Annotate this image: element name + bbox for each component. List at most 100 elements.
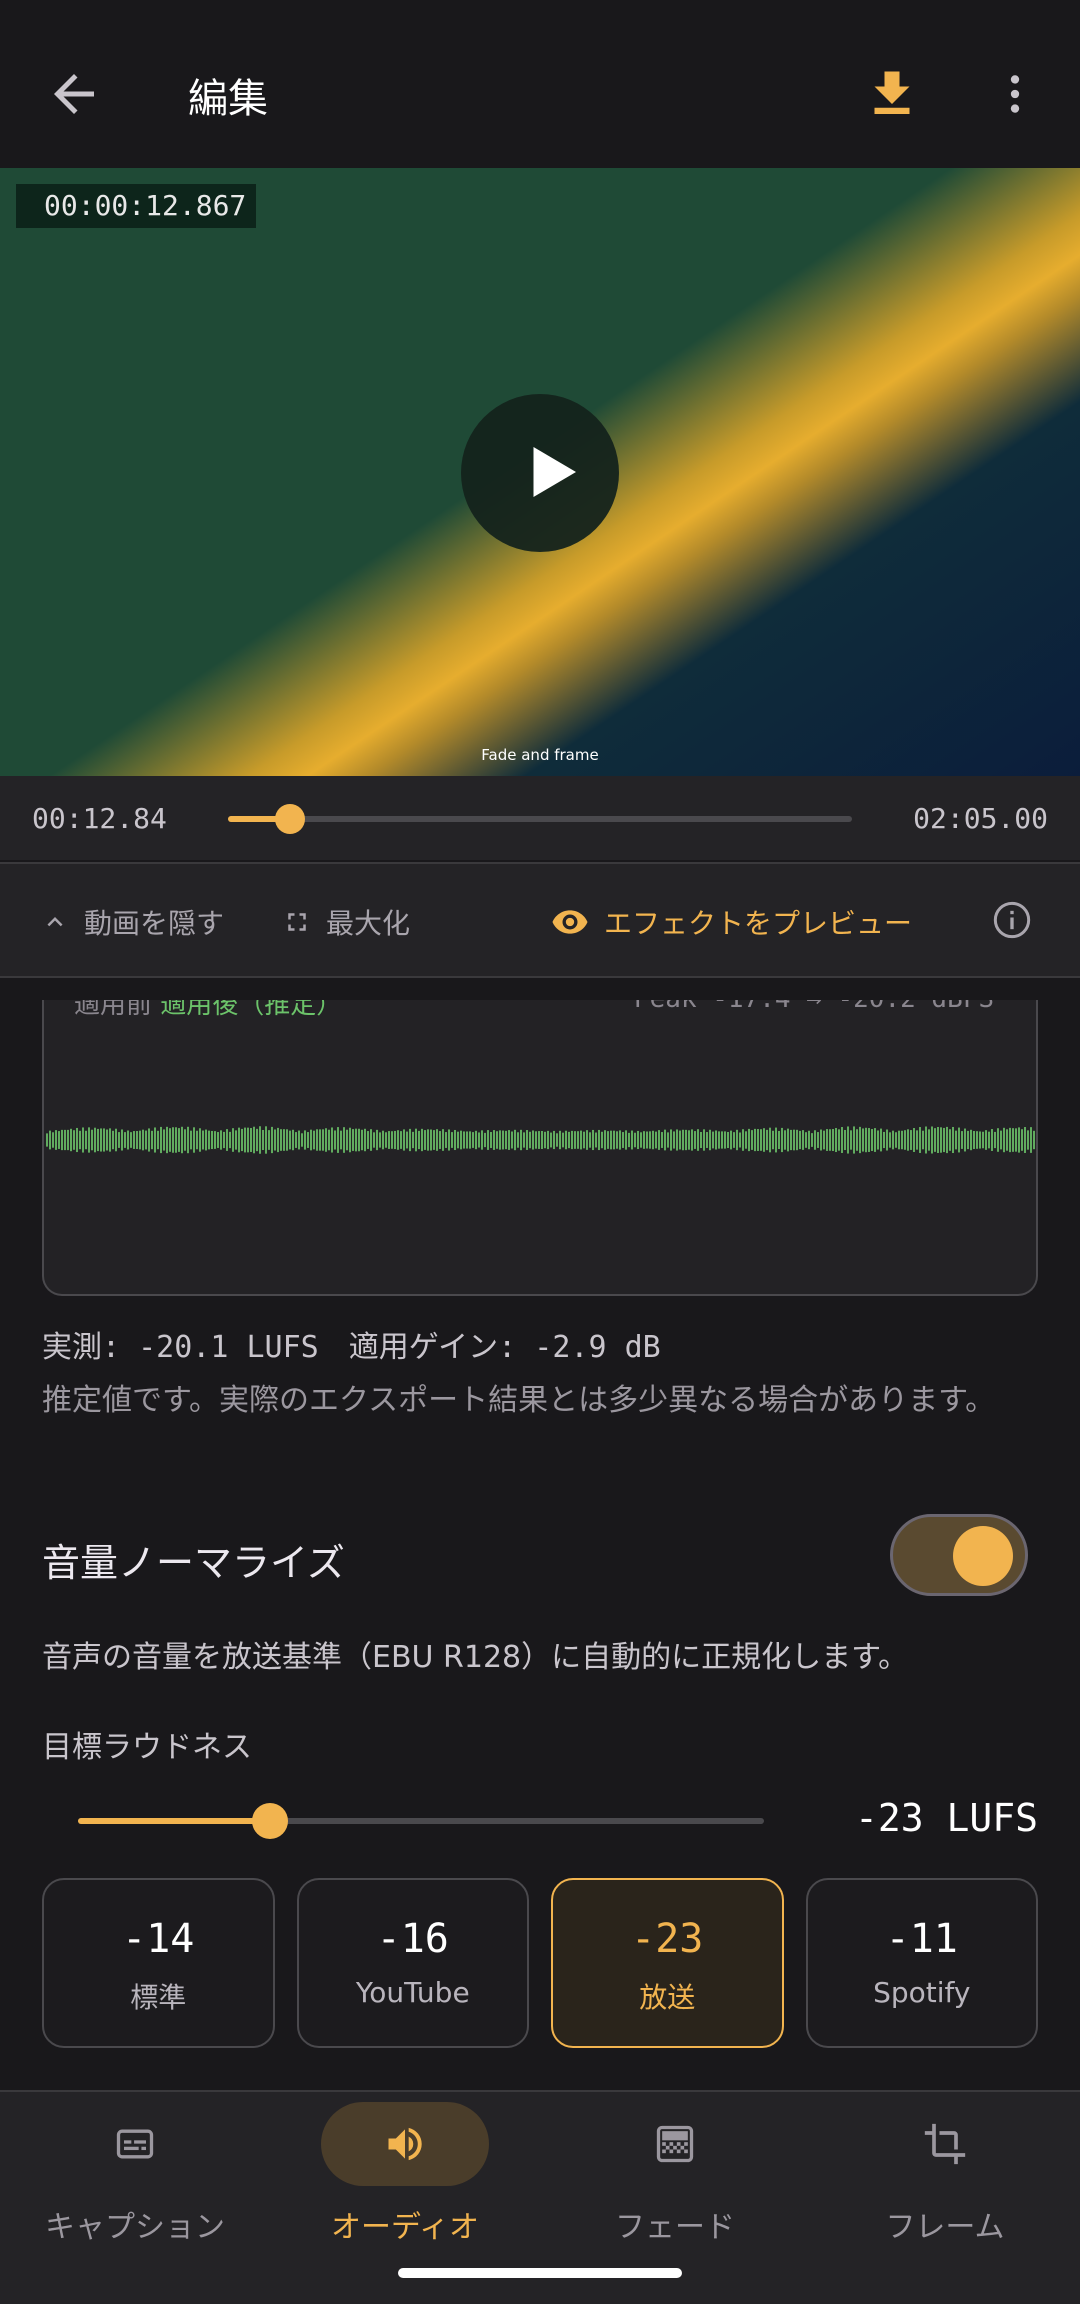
waveform-bar <box>97 1128 99 1152</box>
seek-track[interactable] <box>228 804 852 834</box>
waveform-bar <box>268 1130 270 1150</box>
preset-broadcast[interactable]: -23 放送 <box>551 1878 784 2048</box>
preset-youtube[interactable]: -16 YouTube <box>296 1878 529 2048</box>
waveform-bar <box>904 1130 906 1150</box>
loudness-measurement: 実測: -20.1 LUFS 適用ゲイン: -2.9 dB <box>42 1330 661 1365</box>
waveform-bar <box>814 1130 816 1150</box>
loudness-slider-thumb[interactable] <box>252 1803 289 1839</box>
waveform-bar <box>802 1130 804 1150</box>
preset-standard[interactable]: -14 標準 <box>42 1878 275 2048</box>
preset-spotify[interactable]: -11 Spotify <box>805 1878 1038 2048</box>
video-preview[interactable]: 00:00:12.867 Fade and frame <box>0 168 1080 776</box>
preset-value: -16 <box>376 1916 449 1962</box>
waveform-bar <box>262 1129 264 1151</box>
current-time: 00:12.84 <box>32 802 167 835</box>
waveform-bar <box>640 1132 642 1148</box>
toggle-knob <box>953 1526 1013 1586</box>
waveform-bar <box>844 1129 846 1151</box>
waveform-bar <box>505 1130 507 1150</box>
play-button[interactable] <box>461 394 619 552</box>
video-caption: Fade and frame <box>481 746 599 764</box>
waveform-bar <box>520 1129 522 1151</box>
waveform-bar <box>979 1131 981 1149</box>
waveform-bar <box>208 1130 210 1150</box>
preset-label: Spotify <box>873 1976 971 2009</box>
waveform-bar <box>532 1130 534 1150</box>
seek-thumb[interactable] <box>275 804 306 834</box>
preset-label: YouTube <box>355 1976 470 2009</box>
waveform-bar <box>820 1129 822 1151</box>
waveform-bar <box>226 1129 228 1151</box>
waveform-bar <box>1018 1127 1020 1153</box>
waveform-bar <box>325 1128 327 1152</box>
nav-caption[interactable]: キャプション <box>0 2092 270 2304</box>
waveform-bar <box>244 1127 246 1153</box>
waveform-bar <box>451 1132 453 1148</box>
more-vert-icon[interactable] <box>990 64 1040 124</box>
preset-label: 放送 <box>639 1981 696 2014</box>
home-indicator <box>398 2268 682 2278</box>
preview-effects-button[interactable]: エフェクトをプレビュー <box>550 902 912 942</box>
waveform-bar <box>736 1129 738 1151</box>
waveform-bar <box>997 1128 999 1152</box>
info-icon[interactable] <box>992 900 1032 940</box>
waveform-bar <box>232 1128 234 1152</box>
waveform-bar <box>457 1131 459 1149</box>
loudness-presets: -14 標準 -16 YouTube -23 放送 -11 Spotify <box>42 1878 1038 2048</box>
normalize-toggle[interactable] <box>890 1514 1028 1596</box>
waveform-bar <box>508 1130 510 1150</box>
waveform-bar <box>916 1130 918 1150</box>
waveform-bar <box>679 1130 681 1150</box>
back-arrow-icon[interactable] <box>44 64 104 124</box>
fade-icon <box>656 2125 694 2163</box>
loudness-slider-fill <box>78 1818 271 1824</box>
waveform-bar <box>331 1127 333 1153</box>
waveform-bar <box>61 1129 63 1151</box>
waveform-bar <box>688 1130 690 1150</box>
target-loudness-slider[interactable] <box>78 1803 764 1839</box>
maximize-label: 最大化 <box>326 907 411 940</box>
waveform-bar <box>676 1129 678 1151</box>
waveform-bar <box>733 1132 735 1148</box>
waveform-bar <box>514 1129 516 1151</box>
maximize-button[interactable]: 最大化 <box>282 902 410 942</box>
hide-video-button[interactable]: 動画を隠す <box>40 902 224 942</box>
waveform-bar <box>850 1130 852 1150</box>
waveform-bar <box>304 1130 306 1150</box>
waveform-bar <box>199 1128 201 1152</box>
fullscreen-icon <box>288 913 306 931</box>
waveform-bar <box>949 1129 951 1151</box>
waveform-bar <box>46 1133 48 1147</box>
waveform-bar <box>1021 1129 1023 1151</box>
waveform-bar <box>991 1129 993 1151</box>
waveform-bar <box>448 1129 450 1151</box>
waveform-bar <box>484 1132 486 1148</box>
waveform-bar <box>946 1126 948 1154</box>
nav-frame[interactable]: フレーム <box>810 2092 1080 2304</box>
waveform-bar <box>361 1129 363 1151</box>
waveform-bar <box>1006 1129 1008 1151</box>
chevron-up-icon <box>47 917 63 927</box>
waveform-bar <box>64 1129 66 1151</box>
waveform-bar <box>55 1130 57 1150</box>
waveform-bar <box>178 1128 180 1152</box>
download-icon[interactable] <box>862 64 922 124</box>
timeline-scrubber: 00:12.84 02:05.00 <box>0 776 1080 860</box>
waveform-bar <box>625 1130 627 1150</box>
preview-effects-label: エフェクトをプレビュー <box>604 907 913 940</box>
waveform-bar <box>67 1129 69 1151</box>
waveform-bar <box>376 1129 378 1151</box>
waveform-bar <box>913 1128 915 1152</box>
waveform-bar <box>910 1130 912 1150</box>
waveform-bar <box>994 1131 996 1149</box>
waveform-bar <box>760 1129 762 1151</box>
waveform-bar <box>589 1132 591 1148</box>
waveform-bar <box>526 1130 528 1150</box>
waveform-bar <box>298 1130 300 1150</box>
waveform-bar <box>700 1131 702 1149</box>
waveform-bar <box>772 1130 774 1150</box>
waveform-bar <box>553 1130 555 1150</box>
waveform-bar <box>607 1131 609 1149</box>
waveform-bar <box>424 1130 426 1150</box>
waveform-bar <box>118 1132 120 1148</box>
